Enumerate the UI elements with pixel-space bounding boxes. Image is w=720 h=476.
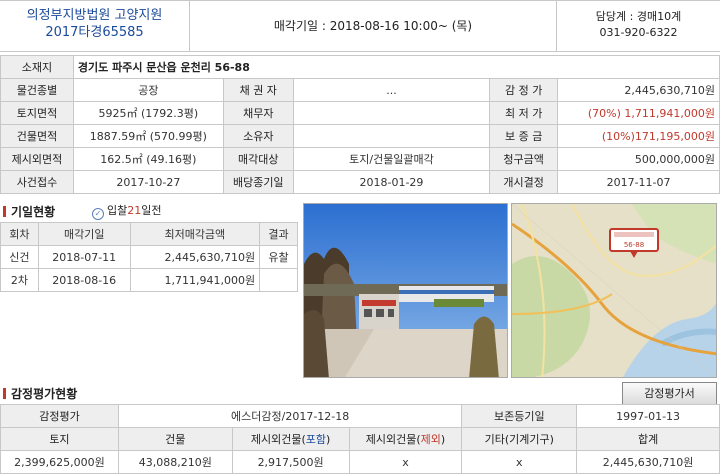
property-photo[interactable] (303, 203, 508, 378)
table-row: 신건 2018-07-11 2,445,630,710원 유찰 (0, 245, 298, 269)
price: 2,445,630,710원 (129, 245, 261, 269)
round: 2차 (0, 268, 39, 292)
incl-value: 2,917,500원 (231, 450, 350, 474)
other-value: x (461, 450, 578, 474)
dividend-deadline: 2018-01-29 (292, 170, 491, 194)
badge-suffix: 일전 (141, 204, 162, 217)
creditor-label: 채 권 자 (222, 78, 294, 102)
badge-days: 21 (127, 204, 142, 217)
excluded-area: 162.5㎡ (49.16평) (72, 147, 224, 171)
land-label: 토지면적 (0, 101, 74, 125)
property-info-table: 소재지 경기도 파주시 문산읍 운천리 56-88 물건종별 공장 채 권 자 … (0, 55, 720, 194)
date: 2018-07-11 (37, 245, 131, 269)
appraisal-title: 감정평가현황 (3, 385, 77, 402)
col-building: 건물 (117, 427, 233, 451)
case-received: 2017-10-27 (72, 170, 224, 194)
sale-target-label: 매각대상 (222, 147, 294, 171)
land-area: 5925㎡ (1792.3평) (72, 101, 224, 125)
col-other: 기타(기계기구) (461, 427, 578, 451)
col-round: 회차 (0, 222, 39, 246)
appraisal-label: 감 정 가 (489, 78, 559, 102)
col-total: 합계 (576, 427, 720, 451)
sale-target: 토지/건물일괄매각 (292, 147, 491, 171)
col-incl-close: ) (326, 433, 331, 446)
preserve-label: 보존등기일 (461, 404, 578, 428)
excl-value: x (348, 450, 463, 474)
deposit: (10%)171,195,000원 (557, 124, 720, 148)
result (259, 268, 298, 292)
total-value: 2,445,630,710원 (576, 450, 720, 474)
table-row: 2,399,625,000원 43,088,210원 2,917,500원 x … (0, 450, 720, 474)
col-price: 최저매각금액 (129, 222, 261, 246)
col-incl: 제시외건물(포함) (231, 427, 350, 451)
property-type: 공장 (72, 78, 224, 102)
contact-dept: 담당계 : 경매10계 (595, 10, 682, 23)
deposit-label: 보 증 금 (489, 124, 559, 148)
appraisal-report-button[interactable]: 감정평가서 (622, 382, 717, 405)
table-row: 2차 2018-08-16 1,711,941,000원 (0, 268, 298, 292)
history-title-text: 기일현황 (11, 205, 56, 219)
owner-label: 소유자 (222, 124, 294, 148)
case-header: 의정부지방법원 고양지원 2017타경65585 매각기일 : 2018-08-… (0, 0, 720, 52)
sale-date: 매각기일 : 2018-08-16 10:00~ (목) (273, 19, 473, 33)
check-circle-icon: ✓ (92, 208, 104, 220)
building-value: 43,088,210원 (117, 450, 233, 474)
round: 신건 (0, 245, 39, 269)
court-info: 의정부지방법원 고양지원 2017타경65585 (0, 1, 190, 51)
debtor (292, 101, 491, 125)
building-label: 건물면적 (0, 124, 74, 148)
court-name: 의정부지방법원 고양지원 (26, 8, 163, 23)
col-excl-highlight: 제외 (420, 433, 441, 446)
map-marker-label: 56-88 (624, 241, 644, 249)
min-price: (70%) 1,711,941,000원 (557, 101, 720, 125)
appraiser: 에스더감정/2017-12-18 (117, 404, 463, 428)
section-marker-icon (3, 206, 6, 217)
result: 유찰 (259, 245, 298, 269)
col-excl-text: 제시외건물( (365, 433, 421, 446)
start-decision: 2017-11-07 (557, 170, 720, 194)
appraisal-row-label: 감정평가 (0, 404, 119, 428)
col-land: 토지 (0, 427, 119, 451)
col-incl-text: 제시외건물( (250, 433, 306, 446)
appraisal-table: 감정평가 에스더감정/2017-12-18 보존등기일 1997-01-13 토… (0, 404, 720, 474)
date: 2018-08-16 (37, 268, 131, 292)
section-marker-icon (3, 388, 6, 399)
claim-amount: 500,000,000원 (557, 147, 720, 171)
start-decision-label: 개시결정 (489, 170, 559, 194)
debtor-label: 채무자 (222, 101, 294, 125)
creditor: ... (292, 78, 491, 102)
building-area: 1887.59㎡ (570.99평) (72, 124, 224, 148)
location-map[interactable]: 56-88 (511, 203, 717, 378)
col-date: 매각기일 (37, 222, 131, 246)
case-received-label: 사건접수 (0, 170, 74, 194)
appraisal-title-text: 감정평가현황 (11, 387, 78, 401)
case-number: 2017타경65585 (45, 25, 144, 40)
col-excl-close: ) (440, 433, 446, 446)
col-incl-highlight: 포함 (305, 433, 327, 446)
bid-countdown-badge: ✓ 입찰21일전 (92, 202, 162, 220)
claim-label: 청구금액 (489, 147, 559, 171)
auction-history-table: 회차 매각기일 최저매각금액 결과 신건 2018-07-11 2,445,63… (0, 222, 298, 292)
dividend-deadline-label: 배당종기일 (222, 170, 294, 194)
col-result: 결과 (259, 222, 298, 246)
col-excl: 제시외건물(제외) (348, 427, 463, 451)
type-label: 물건종별 (0, 78, 74, 102)
appraisal-value: 2,445,630,710원 (557, 78, 720, 102)
preserve-date: 1997-01-13 (576, 404, 720, 428)
badge-prefix: 입찰 (107, 204, 128, 217)
history-title: 기일현황 (3, 203, 55, 220)
contact-phone: 031-920-6322 (599, 26, 678, 39)
land-value: 2,399,625,000원 (0, 450, 119, 474)
address-label: 소재지 (0, 55, 74, 79)
min-price-label: 최 저 가 (489, 101, 559, 125)
contact-info: 담당계 : 경매10계 031-920-6322 (556, 1, 720, 51)
excluded-label: 제시외면적 (0, 147, 74, 171)
price: 1,711,941,000원 (129, 268, 261, 292)
owner (292, 124, 491, 148)
address: 경기도 파주시 문산읍 운천리 56-88 (72, 55, 720, 79)
